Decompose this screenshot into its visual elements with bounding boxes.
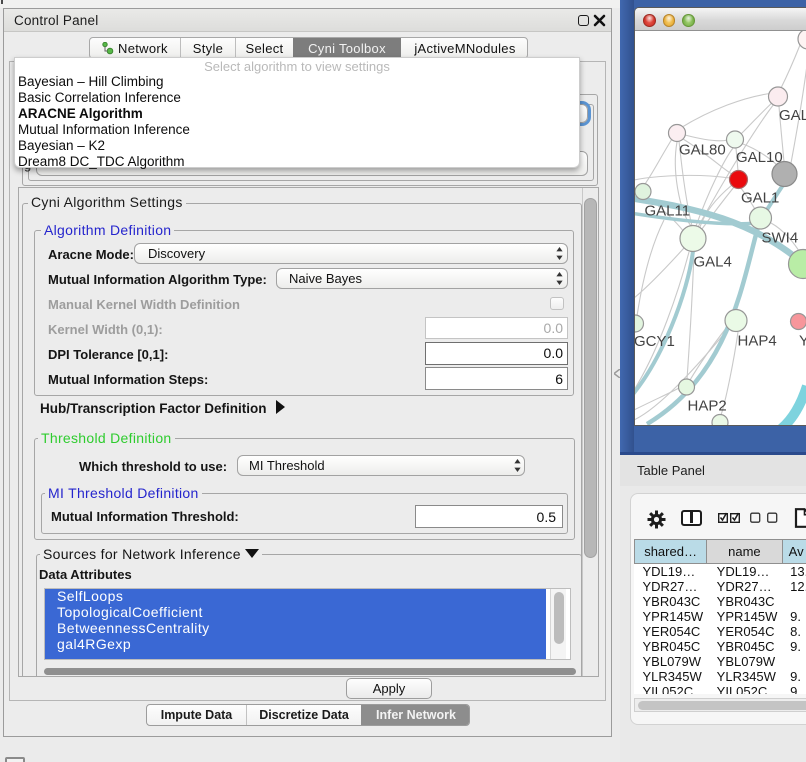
svg-text:SWI4: SWI4 [762, 230, 799, 247]
svg-text:GAL80: GAL80 [679, 142, 726, 159]
svg-text:GAL10: GAL10 [736, 149, 783, 166]
svg-text:GAL1: GAL1 [741, 190, 779, 207]
svg-text:GAL11: GAL11 [645, 203, 691, 220]
svg-text:GAL7: GAL7 [779, 107, 806, 124]
svg-text:GAL4: GAL4 [694, 254, 732, 271]
svg-text:GCY1: GCY1 [635, 333, 675, 350]
svg-text:YJ: YJ [799, 333, 806, 350]
svg-text:HAP4: HAP4 [738, 333, 777, 350]
svg-text:HAP2: HAP2 [688, 398, 727, 415]
